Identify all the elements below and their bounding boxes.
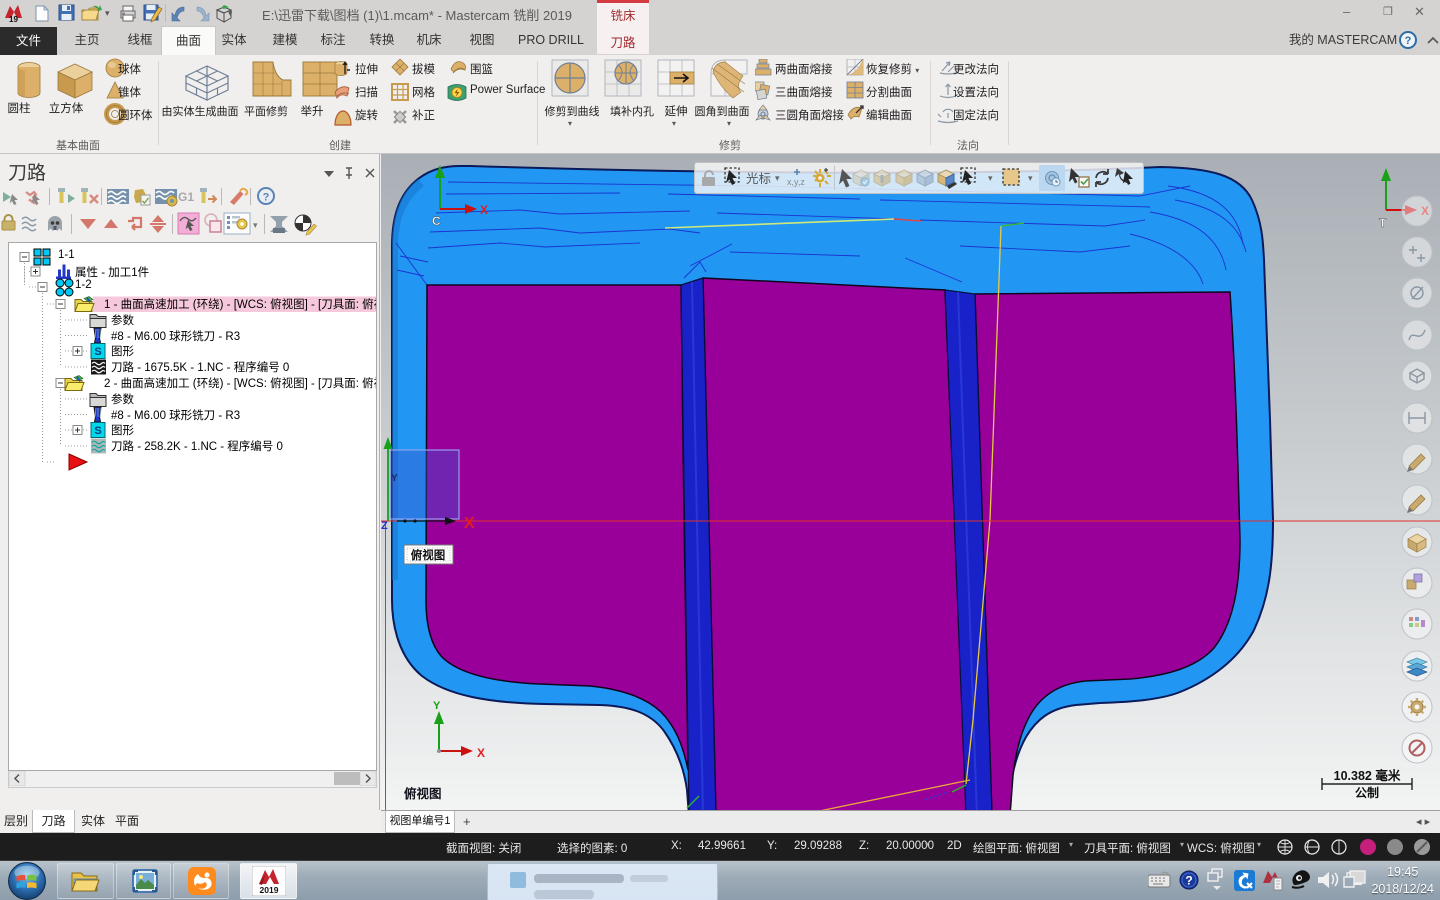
svg-text:X: X	[480, 203, 488, 217]
svg-text:X: X	[464, 515, 475, 532]
svg-text:俯视图: 俯视图	[404, 786, 442, 801]
svg-text:?: ?	[1185, 874, 1192, 888]
svg-text:G1: G1	[178, 190, 194, 204]
svg-text:19: 19	[9, 15, 18, 24]
svg-text:T: T	[1379, 216, 1387, 230]
svg-text:▾: ▾	[988, 173, 993, 183]
svg-text:C: C	[432, 214, 441, 228]
svg-text:▾: ▾	[253, 220, 258, 230]
svg-text:10.382 毫米: 10.382 毫米	[1334, 768, 1401, 783]
svg-text:Y: Y	[391, 473, 398, 484]
svg-text:x,y,z: x,y,z	[787, 177, 805, 187]
svg-text:光标: 光标	[746, 172, 771, 186]
svg-text:▾: ▾	[105, 8, 110, 18]
svg-text:公制: 公制	[1355, 785, 1379, 800]
svg-text:X: X	[477, 746, 485, 760]
svg-text:?: ?	[263, 192, 270, 204]
svg-text:Y: Y	[433, 700, 441, 712]
svg-text:俯视图: 俯视图	[411, 548, 446, 562]
svg-text:▾: ▾	[1028, 173, 1033, 183]
svg-text:▾: ▾	[775, 173, 780, 183]
svg-text:S: S	[94, 425, 101, 437]
svg-text:S: S	[94, 346, 101, 358]
svg-text:?: ?	[1405, 35, 1412, 47]
svg-text:2019: 2019	[260, 885, 279, 895]
svg-text:Z: Z	[381, 520, 388, 532]
